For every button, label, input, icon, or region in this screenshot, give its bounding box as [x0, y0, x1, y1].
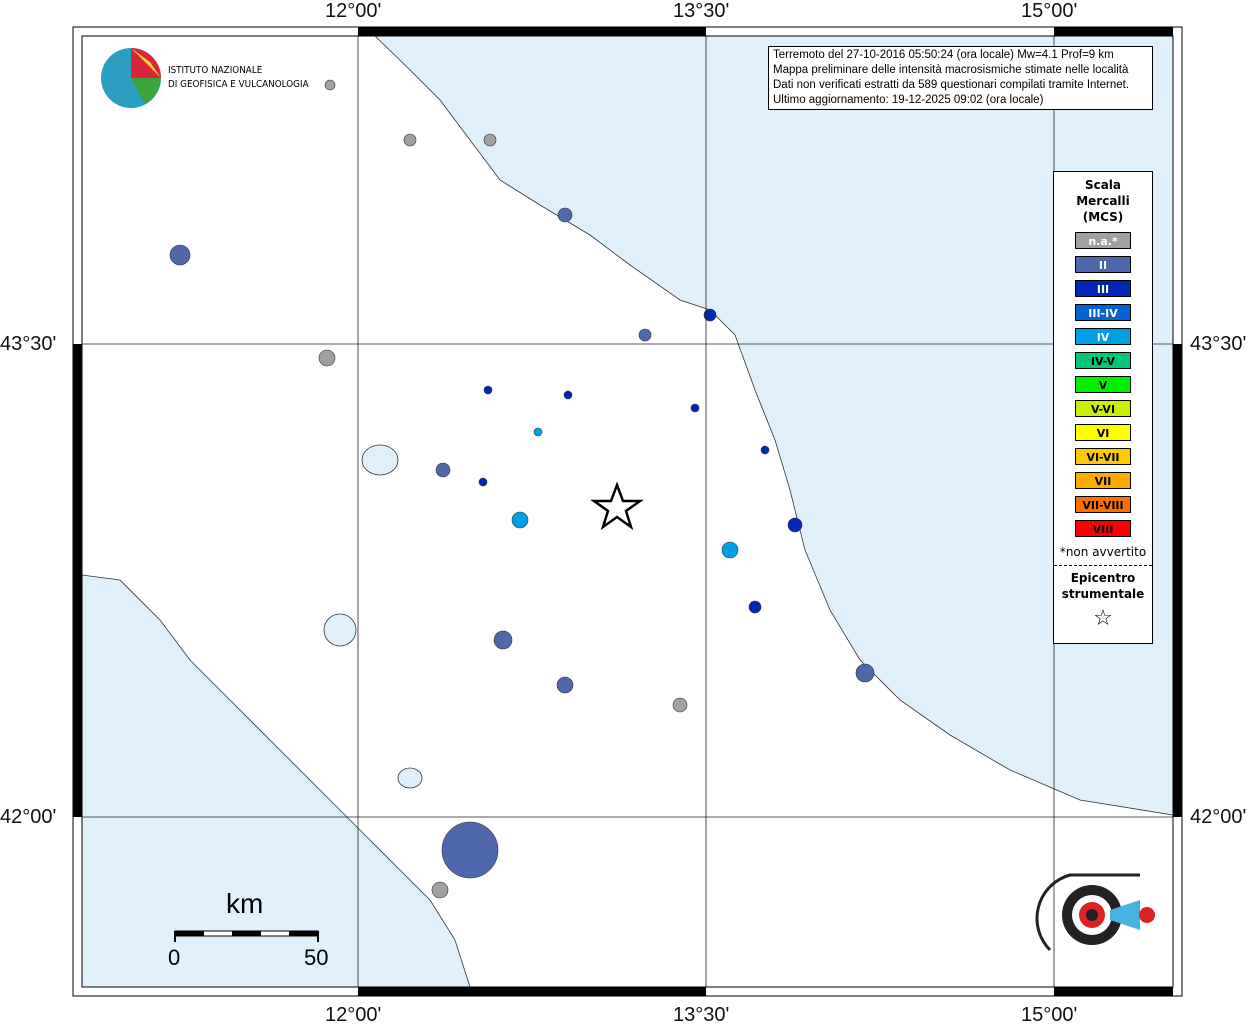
town-marker: [483, 133, 497, 147]
town-marker: [511, 511, 529, 529]
legend-swatch-vii-viii: VII-VIII: [1075, 496, 1131, 513]
town-marker: [318, 349, 336, 367]
town-marker: [478, 477, 488, 487]
legend-swatch-v-vi: V-VI: [1075, 400, 1131, 417]
town-marker: [431, 881, 449, 899]
scale-min: 0: [168, 945, 181, 970]
event-info: Terremoto del 27-10-2016 05:50:24 (ora l…: [773, 49, 1114, 61]
lon-label-bottom: 15°00': [1021, 1004, 1078, 1024]
town-marker: [169, 244, 191, 266]
legend-swatch-iv-v: IV-V: [1075, 352, 1131, 369]
town-marker: [748, 600, 762, 614]
town-marker: [855, 663, 875, 683]
town-marker: [493, 630, 513, 650]
town-marker: [787, 517, 803, 533]
town-marker: [435, 462, 451, 478]
last-update: Ultimo aggiornamento: 19-12-2025 09:02 (…: [773, 94, 1044, 106]
legend-swatch-iii: III: [1075, 280, 1131, 297]
haisentito-logo-icon: [1035, 873, 1155, 952]
town-marker: [324, 79, 336, 91]
legend-swatch-viii: VIII: [1075, 520, 1131, 537]
town-marker: [563, 390, 573, 400]
lon-label-top: 12°00': [325, 0, 382, 22]
legend-swatch-ii: II: [1075, 256, 1131, 273]
lon-label-top: 13°30': [673, 0, 730, 22]
legend-title: Scala: [1084, 178, 1122, 192]
intensity-map: 12°00' 13°30' 15°00' 12°00' 13°30' 15°00…: [0, 0, 1255, 1024]
epicenter-label: Epicentro: [1070, 571, 1136, 585]
town-marker: [483, 385, 493, 395]
data-source: Dati non verificati estratti da 589 ques…: [773, 79, 1130, 91]
scale-max: 50: [304, 945, 329, 970]
town-marker: [403, 133, 417, 147]
legend-title: Mercalli: [1076, 194, 1130, 208]
legend-swatch-iv: IV: [1075, 328, 1131, 345]
legend-swatch-vii: VII: [1075, 472, 1131, 489]
institute-line1: ISTITUTO NAZIONALE: [168, 65, 263, 76]
legend-title: (MCS): [1082, 210, 1124, 224]
lat-label-left: 42°00': [0, 806, 57, 828]
town-marker: [638, 328, 652, 342]
lon-label-bottom: 12°00': [325, 1004, 382, 1024]
legend-swatch-iii-iv: III-IV: [1075, 304, 1131, 321]
info-box: Terremoto del 27-10-2016 05:50:24 (ora l…: [768, 46, 1153, 110]
legend-swatch-na: n.a.*: [1075, 232, 1131, 249]
legend-swatch-vi-vii: VI-VII: [1075, 448, 1131, 465]
town-marker: [721, 541, 739, 559]
mcs-legend: Scala Mercalli (MCS) n.a.* II III III-IV IV IV-…: [1053, 171, 1153, 644]
lat-label-left: 43°30': [0, 333, 57, 355]
ingv-logo-icon: [101, 48, 161, 108]
scale-unit: km: [226, 888, 264, 919]
epicenter-label: strumentale: [1061, 587, 1145, 601]
town-marker: [760, 445, 770, 455]
town-marker: [557, 207, 573, 223]
map-description: Mappa preliminare delle intensità macros…: [773, 64, 1129, 76]
town-marker: [533, 427, 543, 437]
lon-label-top: 15°00': [1021, 0, 1078, 22]
town-marker: [672, 697, 688, 713]
lat-label-right: 43°30': [1190, 333, 1247, 355]
lat-label-right: 42°00': [1190, 806, 1247, 828]
star-icon: ☆: [1093, 606, 1113, 631]
institute-name: ISTITUTO NAZIONALE DI GEOFISICA E VULCAN…: [168, 64, 309, 92]
town-marker: [690, 403, 700, 413]
legend-note: *non avvertito: [1059, 545, 1147, 559]
institute-line2: DI GEOFISICA E VULCANOLOGIA: [168, 79, 309, 90]
town-marker: [556, 676, 574, 694]
legend-swatch-v: V: [1075, 376, 1131, 393]
town-marker: [441, 821, 499, 879]
legend-swatch-vi: VI: [1075, 424, 1131, 441]
lon-label-bottom: 13°30': [673, 1004, 730, 1024]
